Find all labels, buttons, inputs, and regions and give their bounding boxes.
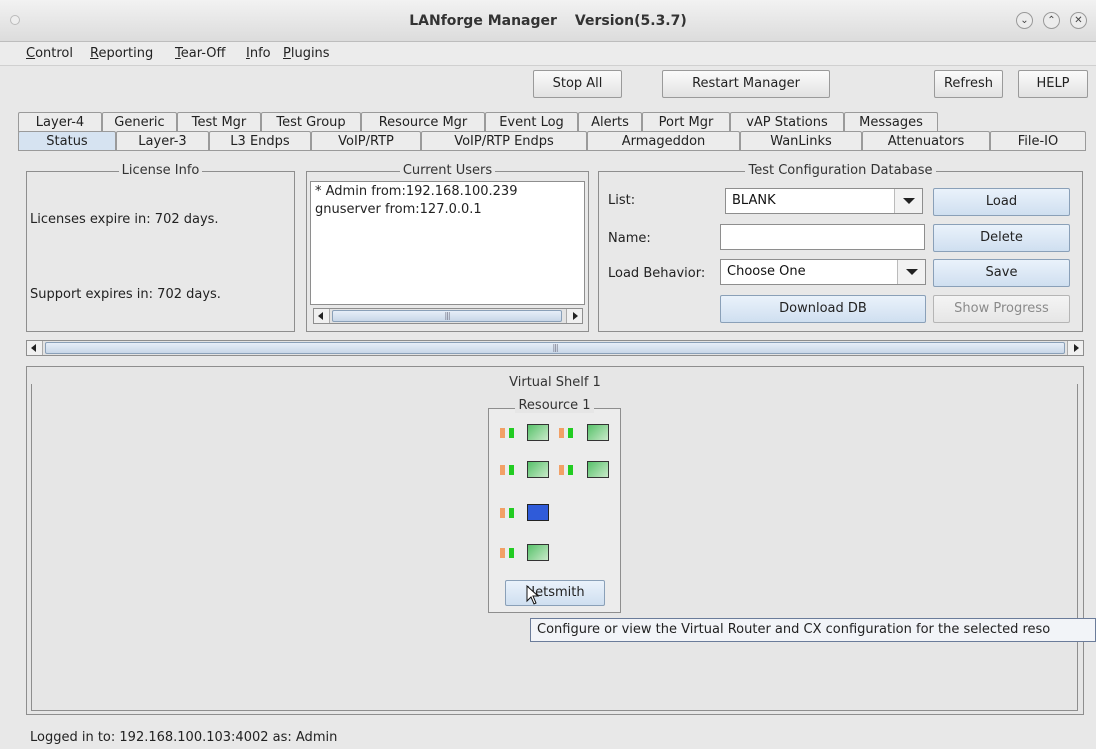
tab-file-io[interactable]: File-IO (990, 131, 1086, 151)
tab-messages[interactable]: Messages (844, 112, 938, 132)
menu-plugins[interactable]: Plugins (283, 46, 330, 61)
link-led-icon (500, 508, 505, 518)
app-name: LANforge Manager (409, 13, 557, 29)
status-bar: Logged in to: 192.168.100.103:4002 as: A… (30, 730, 338, 745)
tab-resource-mgr[interactable]: Resource Mgr (361, 112, 485, 132)
stop-all-button[interactable]: Stop All (533, 70, 622, 98)
menu-tear-off[interactable]: Tear-Off (175, 46, 225, 61)
list-item: * Admin from:192.168.100.239 (315, 184, 518, 199)
main-horizontal-scrollbar[interactable] (26, 340, 1084, 356)
current-users-panel: Current Users * Admin from:192.168.100.2… (306, 163, 589, 332)
restart-manager-button[interactable]: Restart Manager (662, 70, 830, 98)
tab-event-log[interactable]: Event Log (485, 112, 578, 132)
maximize-button[interactable]: ⌃ (1043, 12, 1060, 29)
virtual-shelf-panel: Virtual Shelf 1 Resource 1 Netsmith (26, 366, 1084, 715)
list-combo-value: BLANK (732, 193, 776, 208)
menu-reporting[interactable]: Reporting (90, 46, 153, 61)
link-led-icon (559, 465, 564, 475)
license-info-panel: License Info Licenses expire in: 702 day… (26, 163, 295, 332)
tab-attenuators[interactable]: Attenuators (862, 131, 990, 151)
activity-led-icon (509, 428, 514, 438)
link-led-icon (500, 428, 505, 438)
tab-layer-4[interactable]: Layer-4 (18, 112, 102, 132)
name-label: Name: (608, 231, 651, 246)
tab-test-mgr[interactable]: Test Mgr (177, 112, 261, 132)
panel-title: Test Configuration Database (599, 163, 1082, 178)
load-behavior-label: Load Behavior: (608, 266, 706, 281)
tab-port-mgr[interactable]: Port Mgr (642, 112, 730, 132)
scroll-left-icon[interactable] (314, 309, 330, 323)
panel-title: Current Users (307, 163, 588, 178)
resource-box[interactable]: Resource 1 Netsmith (488, 398, 621, 613)
list-label: List: (608, 193, 636, 208)
port-eth1-icon[interactable] (587, 424, 609, 441)
list-item: gnuserver from:127.0.0.1 (315, 202, 482, 217)
app-version: Version(5.3.7) (574, 13, 687, 29)
tab-test-group[interactable]: Test Group (261, 112, 361, 132)
title-bar: LANforge Manager Version(5.3.7) ⌄ ⌃ ✕ (0, 0, 1096, 42)
activity-led-icon (568, 428, 573, 438)
chevron-down-icon[interactable] (894, 189, 922, 213)
scroll-thumb[interactable] (332, 310, 562, 322)
tab-alerts[interactable]: Alerts (578, 112, 642, 132)
activity-led-icon (509, 465, 514, 475)
users-horizontal-scrollbar[interactable] (313, 308, 583, 324)
test-config-db-panel: Test Configuration Database List: BLANK … (598, 163, 1083, 332)
load-behavior-combo[interactable]: Choose One (720, 259, 926, 285)
activity-led-icon (509, 508, 514, 518)
scroll-left-icon[interactable] (27, 341, 43, 355)
tab-l3-endps[interactable]: L3 Endps (209, 131, 311, 151)
tab-voip-rtp[interactable]: VoIP/RTP (311, 131, 421, 151)
mouse-pointer-icon (526, 585, 540, 605)
close-button[interactable]: ✕ (1070, 12, 1087, 29)
support-expiry-text: Support expires in: 702 days. (30, 287, 221, 302)
delete-button[interactable]: Delete (933, 224, 1070, 252)
scroll-right-icon[interactable] (566, 309, 582, 323)
download-db-button[interactable]: Download DB (720, 295, 926, 323)
chevron-down-icon[interactable] (897, 260, 925, 284)
activity-led-icon (568, 465, 573, 475)
tab-layer-3[interactable]: Layer-3 (116, 131, 209, 151)
resource-title: Resource 1 (489, 398, 620, 413)
tab-armageddon[interactable]: Armageddon (587, 131, 740, 151)
link-led-icon (559, 428, 564, 438)
panel-title: License Info (27, 163, 294, 178)
link-led-icon (500, 548, 505, 558)
tab-status[interactable]: Status (18, 131, 116, 151)
link-led-icon (500, 465, 505, 475)
menu-bar: Control Reporting Tear-Off Info Plugins (0, 42, 1096, 66)
menu-control[interactable]: Control (26, 46, 73, 61)
window-title: LANforge Manager Version(5.3.7) (0, 0, 1096, 42)
tab-divider (18, 150, 1086, 151)
help-button[interactable]: HELP (1018, 70, 1088, 98)
port-wlan-icon[interactable] (527, 544, 549, 561)
scroll-right-icon[interactable] (1067, 341, 1083, 355)
tab-voip-rtp-endps[interactable]: VoIP/RTP Endps (421, 131, 587, 151)
save-button[interactable]: Save (933, 259, 1070, 287)
users-list[interactable]: * Admin from:192.168.100.239 gnuserver f… (310, 181, 585, 305)
port-selected-icon[interactable] (527, 504, 549, 521)
tab-generic[interactable]: Generic (102, 112, 177, 132)
tab-wanlinks[interactable]: WanLinks (740, 131, 862, 151)
licenses-expiry-text: Licenses expire in: 702 days. (30, 212, 219, 227)
menu-info[interactable]: Info (246, 46, 271, 61)
list-combo[interactable]: BLANK (725, 188, 923, 214)
load-behavior-value: Choose One (727, 264, 806, 279)
port-eth3-icon[interactable] (587, 461, 609, 478)
minimize-button[interactable]: ⌄ (1016, 12, 1033, 29)
netsmith-tooltip: Configure or view the Virtual Router and… (530, 618, 1096, 642)
netsmith-button[interactable]: Netsmith (505, 580, 605, 606)
port-eth2-icon[interactable] (527, 461, 549, 478)
tab-vap-stations[interactable]: vAP Stations (730, 112, 844, 132)
port-eth0-icon[interactable] (527, 424, 549, 441)
activity-led-icon (509, 548, 514, 558)
show-progress-button: Show Progress (933, 295, 1070, 323)
scroll-thumb[interactable] (45, 342, 1065, 354)
name-field[interactable] (720, 224, 925, 250)
refresh-button[interactable]: Refresh (934, 70, 1003, 98)
load-button[interactable]: Load (933, 188, 1070, 216)
